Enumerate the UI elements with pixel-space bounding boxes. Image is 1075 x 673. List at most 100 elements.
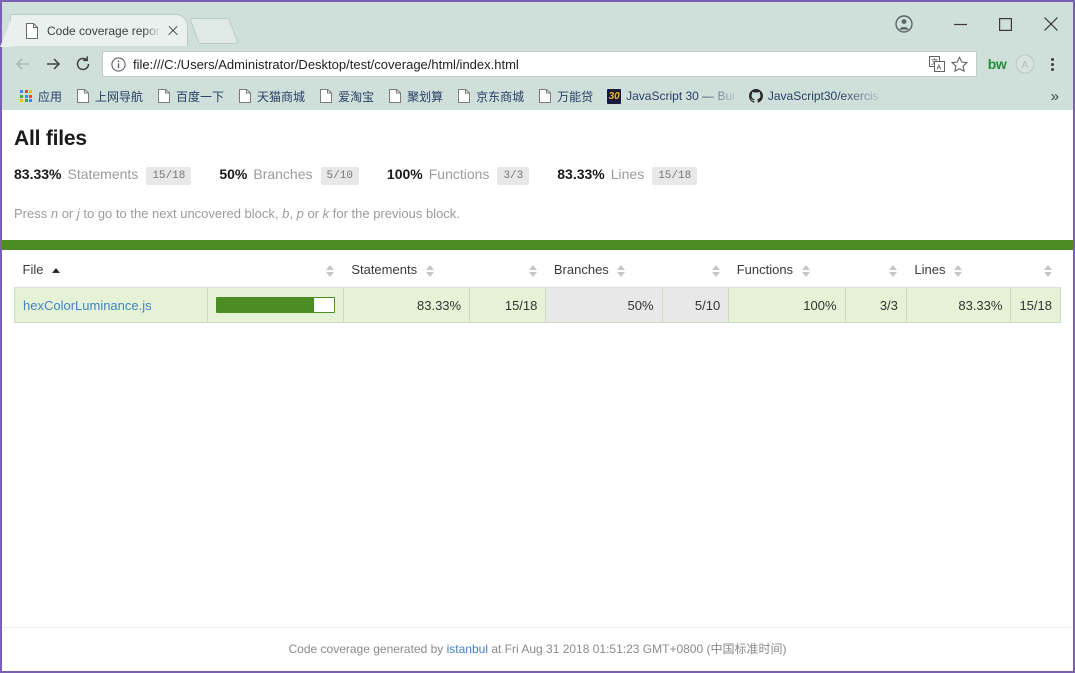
bookmark-label: JavaScript 30 — Bui — [626, 89, 735, 103]
sort-icon[interactable] — [711, 264, 721, 277]
column-header-branches-label: Branches — [553, 262, 609, 277]
footer-suffix: at Fri Aug 31 2018 01:51:23 GMT+0800 (中国… — [488, 642, 787, 656]
functions-pct: 100% — [386, 166, 423, 182]
window-controls — [881, 2, 1073, 46]
column-sorter-lines-frac[interactable] — [1010, 250, 1061, 288]
istanbul-link[interactable]: istanbul — [447, 642, 488, 656]
keyboard-hint: Press n or j to go to the next uncovered… — [14, 206, 1061, 221]
browser-toolbar: file:///C:/Users/Administrator/Desktop/t… — [2, 46, 1073, 82]
bookmark-label: 京东商城 — [476, 89, 525, 104]
badge-30-label: 30 — [607, 88, 622, 104]
lines-pct: 83.33% — [557, 166, 605, 182]
column-sorter-functions-frac[interactable] — [845, 250, 907, 288]
page-footer: Code coverage generated by istanbul at F… — [2, 627, 1073, 671]
bookmark-apps[interactable]: 应用 — [12, 85, 69, 107]
statements-label: Statements — [67, 166, 139, 182]
page-icon — [388, 89, 402, 103]
minimize-button[interactable] — [938, 2, 983, 46]
bookmarks-overflow-button[interactable]: » — [1042, 82, 1067, 110]
browser-window: Code coverage report f file:///C:/Users/… — [0, 0, 1075, 673]
cell-file: hexColorLuminance.js — [13, 287, 209, 323]
bookmark-label: 应用 — [38, 89, 63, 104]
sort-asc-icon[interactable] — [52, 267, 61, 274]
bookmark-javascript30[interactable]: 30 JavaScript 30 — Bui — [600, 85, 742, 107]
summary-branches: 50% Branches 5/10 — [219, 166, 359, 186]
hint-text: or — [58, 206, 77, 221]
file-link[interactable]: hexColorLuminance.js — [23, 298, 152, 313]
summary-statements: 83.33% Statements 15/18 — [14, 166, 192, 186]
column-header-statements[interactable]: Statements — [343, 250, 470, 288]
column-sorter-pic[interactable] — [207, 250, 344, 288]
address-bar[interactable]: file:///C:/Users/Administrator/Desktop/t… — [102, 51, 977, 77]
bookmark-label: 聚划算 — [407, 89, 444, 104]
coverage-table-body: hexColorLuminance.js 83.33% 15/18 50% 5/… — [13, 287, 1061, 323]
star-icon[interactable] — [948, 53, 970, 75]
bookmark-javascript30-github[interactable]: JavaScript30/exercis — [742, 85, 886, 107]
bookmark-baidu[interactable]: 百度一下 — [150, 85, 231, 107]
cell-lines-fraction: 15/18 — [1010, 287, 1061, 323]
bookmark-label: 爱淘宝 — [338, 89, 375, 104]
bookmark-jingdong[interactable]: 京东商城 — [450, 85, 531, 107]
cell-lines-pct: 83.33% — [905, 287, 1012, 323]
column-header-branches[interactable]: Branches — [545, 250, 663, 288]
lines-fraction: 15/18 — [652, 167, 698, 185]
table-row[interactable]: hexColorLuminance.js 83.33% 15/18 50% 5/… — [13, 287, 1061, 323]
coverage-summary: 83.33% Statements 15/18 50% Branches 5/1… — [14, 166, 1061, 186]
document-icon — [25, 22, 39, 39]
column-sorter-statements-frac[interactable] — [469, 250, 546, 288]
forward-button[interactable] — [38, 49, 68, 79]
column-header-functions[interactable]: Functions — [728, 250, 846, 288]
sort-icon[interactable] — [1043, 264, 1053, 277]
column-header-lines[interactable]: Lines — [906, 250, 1011, 288]
bookmark-label: 百度一下 — [176, 89, 225, 104]
hint-text: for the previous block. — [329, 206, 460, 221]
svg-text:A: A — [1022, 60, 1029, 71]
sort-icon[interactable] — [326, 264, 335, 277]
sort-icon[interactable] — [425, 264, 435, 277]
translate-icon[interactable]: 文 A — [926, 53, 948, 75]
column-header-file-label: File — [22, 262, 44, 277]
footer-prefix: Code coverage generated by — [288, 642, 447, 656]
browser-menu-button[interactable] — [1039, 50, 1065, 78]
new-tab-button[interactable] — [189, 18, 239, 44]
sort-icon[interactable] — [889, 264, 898, 277]
angular-extension-icon[interactable]: A — [1011, 50, 1039, 78]
bookmark-aitaobao[interactable]: 爱淘宝 — [312, 85, 381, 107]
summary-lines: 83.33% Lines 15/18 — [557, 166, 698, 186]
column-header-file[interactable]: File — [14, 250, 208, 288]
page-title: All files — [14, 127, 87, 150]
browser-tab[interactable]: Code coverage report f — [0, 14, 188, 47]
bookmark-shangwang-daohang[interactable]: 上网导航 — [69, 85, 150, 107]
bw-extension-icon[interactable]: bw — [983, 50, 1011, 78]
github-icon — [748, 89, 763, 103]
coverage-status-bar — [2, 240, 1073, 250]
hint-text: , — [289, 206, 297, 221]
bookmark-wannengdai[interactable]: 万能贷 — [531, 85, 600, 107]
tab-close-icon[interactable] — [165, 23, 181, 39]
hint-text: Press — [14, 206, 51, 221]
hint-key-n: n — [50, 206, 59, 221]
svg-text:A: A — [937, 65, 942, 72]
bookmark-juhuasuan[interactable]: 聚划算 — [381, 85, 450, 107]
sort-icon[interactable] — [954, 264, 963, 277]
account-icon[interactable] — [881, 2, 926, 46]
coverage-table: File Statements Branches Functions Lines… — [13, 250, 1061, 323]
page-icon — [76, 89, 90, 103]
reload-button[interactable] — [68, 49, 98, 79]
column-header-statements-label: Statements — [351, 262, 418, 277]
maximize-button[interactable] — [983, 2, 1028, 46]
tab-strip: Code coverage report f — [0, 2, 1073, 47]
column-sorter-branches-frac[interactable] — [662, 250, 729, 288]
close-window-button[interactable] — [1028, 2, 1073, 46]
sort-icon[interactable] — [801, 264, 811, 277]
back-button[interactable] — [8, 49, 38, 79]
page-icon — [319, 89, 333, 103]
bookmark-tmall[interactable]: 天猫商城 — [231, 85, 312, 107]
cell-branches-pct: 50% — [545, 287, 663, 323]
cell-statements-fraction: 15/18 — [469, 287, 547, 323]
coverage-table-header: File Statements Branches Functions Lines — [14, 250, 1061, 288]
sort-icon[interactable] — [528, 264, 538, 277]
info-circle-icon[interactable] — [111, 56, 126, 72]
sort-icon[interactable] — [617, 264, 626, 277]
page-content: All files 83.33% Statements 15/18 50% Br… — [2, 110, 1073, 671]
